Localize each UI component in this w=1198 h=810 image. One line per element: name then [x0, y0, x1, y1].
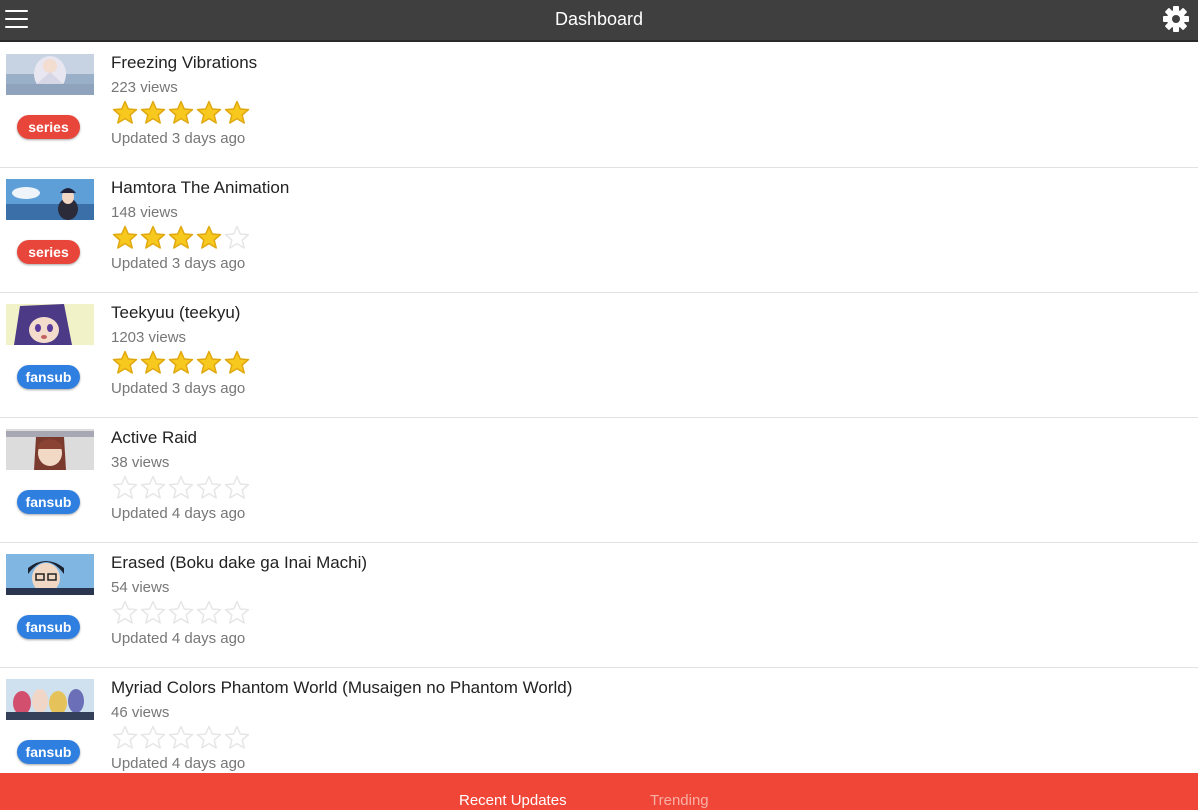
list-item[interactable]: fansub Active Raid 38 views Updated 4 da… — [0, 418, 1198, 543]
star-empty-icon — [196, 725, 222, 749]
star-filled-icon — [140, 350, 166, 374]
thumbnail-image — [6, 54, 94, 95]
star-empty-icon — [168, 475, 194, 499]
category-badge: fansub — [17, 740, 80, 764]
item-title[interactable]: Freezing Vibrations — [111, 53, 257, 73]
updated-time: Updated 3 days ago — [111, 380, 246, 397]
star-filled-icon — [196, 350, 222, 374]
thumbnail-image — [6, 429, 94, 470]
star-empty-icon — [196, 600, 222, 624]
star-empty-icon — [168, 725, 194, 749]
item-title[interactable]: Myriad Colors Phantom World (Musaigen no… — [111, 678, 572, 698]
item-title[interactable]: Teekyuu (teekyu) — [111, 303, 240, 323]
view-count: 46 views — [111, 704, 170, 721]
thumbnail-image — [6, 554, 94, 595]
star-rating — [111, 474, 251, 502]
updated-time: Updated 4 days ago — [111, 755, 246, 772]
star-filled-icon — [224, 350, 250, 374]
star-empty-icon — [140, 475, 166, 499]
star-filled-icon — [224, 100, 250, 124]
category-badge: fansub — [17, 490, 80, 514]
item-title[interactable]: Hamtora The Animation — [111, 178, 289, 198]
thumbnail-image — [6, 304, 94, 345]
star-filled-icon — [140, 225, 166, 249]
star-empty-icon — [196, 475, 222, 499]
thumbnail-image — [6, 179, 94, 220]
star-filled-icon — [140, 100, 166, 124]
list-item[interactable]: fansub Erased (Boku dake ga Inai Machi) … — [0, 543, 1198, 668]
star-filled-icon — [168, 100, 194, 124]
category-badge: fansub — [17, 365, 80, 389]
updates-list: series Freezing Vibrations 223 views Upd… — [0, 43, 1198, 773]
list-item[interactable]: fansub Teekyuu (teekyu) 1203 views Updat… — [0, 293, 1198, 418]
star-filled-icon — [196, 100, 222, 124]
star-empty-icon — [224, 225, 250, 249]
star-rating — [111, 224, 251, 252]
star-filled-icon — [168, 350, 194, 374]
tab-trending[interactable]: Trending — [650, 792, 709, 809]
updated-time: Updated 3 days ago — [111, 255, 246, 272]
star-empty-icon — [224, 600, 250, 624]
star-empty-icon — [112, 475, 138, 499]
star-rating — [111, 724, 251, 752]
list-item[interactable]: series Freezing Vibrations 223 views Upd… — [0, 43, 1198, 168]
gear-icon[interactable] — [1162, 5, 1190, 33]
item-title[interactable]: Active Raid — [111, 428, 197, 448]
view-count: 38 views — [111, 454, 170, 471]
bottom-tab-bar: Recent Updates Trending — [0, 773, 1198, 810]
view-count: 1203 views — [111, 329, 187, 346]
star-filled-icon — [112, 100, 138, 124]
top-app-bar: Dashboard — [0, 0, 1198, 42]
star-empty-icon — [224, 725, 250, 749]
view-count: 223 views — [111, 79, 178, 96]
star-empty-icon — [112, 600, 138, 624]
star-rating — [111, 599, 251, 627]
star-filled-icon — [168, 225, 194, 249]
view-count: 148 views — [111, 204, 178, 221]
list-item[interactable]: series Hamtora The Animation 148 views U… — [0, 168, 1198, 293]
updated-time: Updated 3 days ago — [111, 130, 246, 147]
tab-recent-updates[interactable]: Recent Updates — [459, 792, 567, 809]
star-filled-icon — [112, 225, 138, 249]
category-badge: series — [17, 240, 80, 264]
updated-time: Updated 4 days ago — [111, 505, 246, 522]
star-empty-icon — [140, 600, 166, 624]
thumbnail-image — [6, 679, 94, 720]
star-filled-icon — [196, 225, 222, 249]
view-count: 54 views — [111, 579, 170, 596]
item-title[interactable]: Erased (Boku dake ga Inai Machi) — [111, 553, 367, 573]
star-empty-icon — [168, 600, 194, 624]
star-rating — [111, 349, 251, 377]
category-badge: fansub — [17, 615, 80, 639]
star-empty-icon — [224, 475, 250, 499]
star-empty-icon — [112, 725, 138, 749]
updated-time: Updated 4 days ago — [111, 630, 246, 647]
star-filled-icon — [112, 350, 138, 374]
star-rating — [111, 99, 251, 127]
category-badge: series — [17, 115, 80, 139]
list-item[interactable]: fansub Myriad Colors Phantom World (Musa… — [0, 668, 1198, 773]
page-title: Dashboard — [554, 9, 644, 29]
star-empty-icon — [140, 725, 166, 749]
